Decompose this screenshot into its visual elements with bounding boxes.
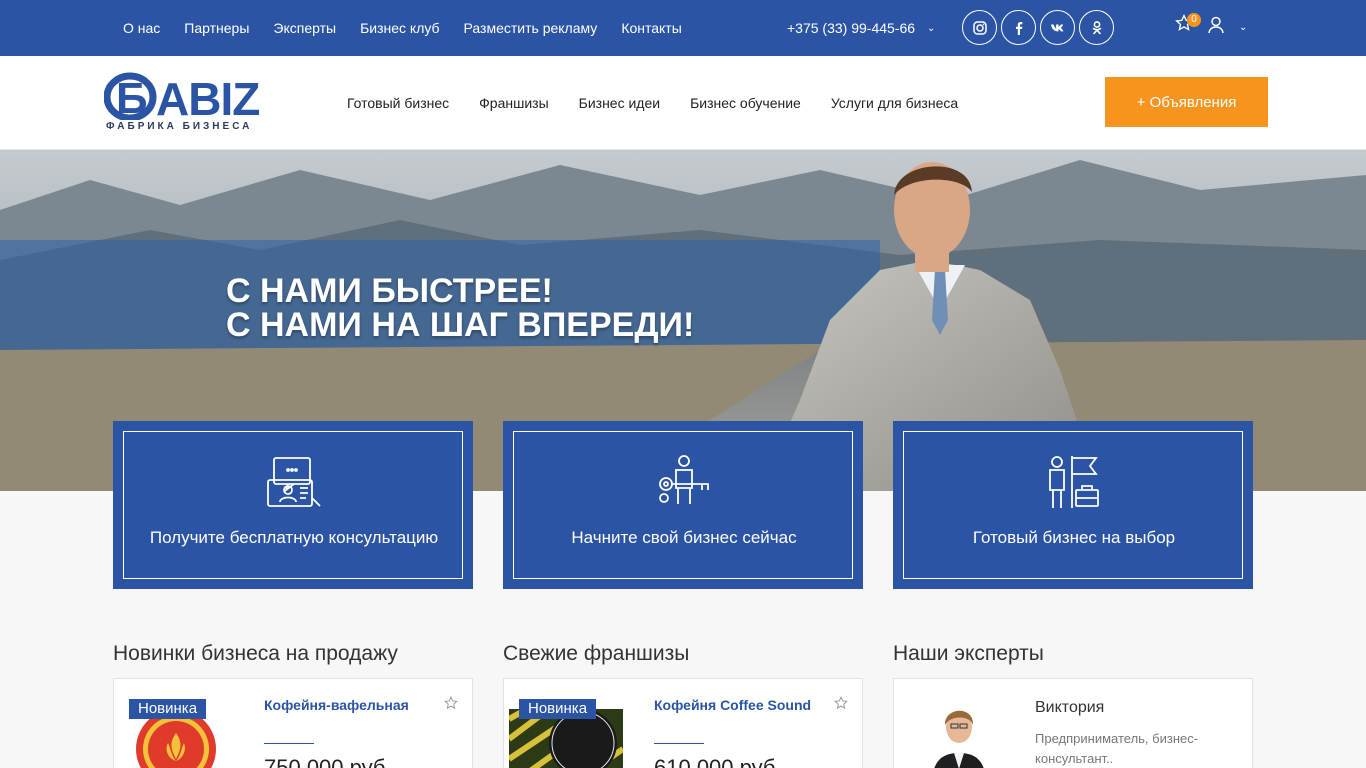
hero-slogan-line-2: С НАМИ НА ШАГ ВПЕРЕДИ!: [226, 306, 695, 344]
phone-dropdown[interactable]: +375 (33) 99-445-66 ⌄: [787, 0, 935, 56]
franchise-listing-title[interactable]: Кофейня Coffee Sound: [654, 697, 811, 713]
consultation-icon: [267, 457, 321, 507]
svg-text:ABIZ: ABIZ: [156, 73, 259, 120]
expert-photo[interactable]: [924, 697, 994, 768]
top-nav: О нас Партнеры Эксперты Бизнес клуб Разм…: [123, 0, 706, 56]
chevron-down-icon: ⌄: [927, 22, 936, 34]
start-business-icon: [659, 455, 709, 504]
top-nav-about[interactable]: О нас: [123, 20, 160, 36]
logo-mark: Б: [116, 74, 148, 120]
card-free-consultation[interactable]: Получите бесплатную консультацию: [113, 421, 473, 589]
section-title-experts: Наши эксперты: [893, 642, 1044, 665]
ready-business-icon: [1049, 456, 1099, 508]
chevron-down-icon[interactable]: ⌄: [1239, 22, 1247, 33]
phone-number: +375 (33) 99-445-66: [787, 20, 916, 36]
top-nav-advertise[interactable]: Разместить рекламу: [464, 20, 598, 36]
new-badge: Новинка: [519, 699, 597, 719]
top-nav-contacts[interactable]: Контакты: [621, 20, 681, 36]
user-icon: [1208, 16, 1224, 34]
nav-franchises[interactable]: Франшизы: [479, 95, 548, 111]
section-title-business-for-sale: Новинки бизнеса на продажу: [113, 642, 398, 665]
favorites-button[interactable]: 0: [1175, 13, 1201, 36]
card-ready-business-label: Готовый бизнес на выбор: [972, 528, 1176, 547]
divider: [264, 743, 314, 744]
instagram-icon[interactable]: [962, 10, 997, 45]
business-listing-card[interactable]: Новинка Кофейня-вафельная 750 000 руб: [113, 678, 473, 768]
top-nav-business-club[interactable]: Бизнес клуб: [360, 20, 439, 36]
logo-subtitle: ФАБРИКА БИЗНЕСА: [106, 121, 253, 132]
top-nav-experts[interactable]: Эксперты: [273, 20, 336, 36]
add-to-favorites-star-icon[interactable]: [444, 696, 458, 710]
user-tools: 0 ⌄: [1175, 13, 1247, 36]
site-logo[interactable]: Б ABIZ ФАБРИКА БИЗНЕСА: [104, 72, 294, 134]
facebook-icon[interactable]: [1001, 10, 1036, 45]
card-ready-business[interactable]: Готовый бизнес на выбор: [893, 421, 1253, 589]
hero-slogan: С НАМИ БЫСТРЕЕ! С НАМИ НА ШАГ ВПЕРЕДИ!: [226, 274, 694, 342]
franchise-listing-price: 610 000 руб: [654, 755, 776, 768]
section-title-franchises: Свежие франшизы: [503, 642, 690, 665]
business-listing-title[interactable]: Кофейня-вафельная: [264, 697, 409, 713]
hero-slogan-line-1: С НАМИ БЫСТРЕЕ!: [226, 272, 553, 310]
card-start-business-label: Начните свой бизнес сейчас: [571, 528, 797, 547]
favorites-count-badge: 0: [1187, 13, 1201, 27]
nav-business-services[interactable]: Услуги для бизнеса: [831, 95, 958, 111]
odnoklassniki-icon[interactable]: [1079, 10, 1114, 45]
nav-business-education[interactable]: Бизнес обучение: [690, 95, 801, 111]
main-header: Б ABIZ ФАБРИКА БИЗНЕСА Готовый бизнес Фр…: [0, 56, 1366, 150]
new-badge: Новинка: [129, 699, 207, 719]
expert-description: Предприниматель, бизнес-консультант..: [1035, 731, 1199, 766]
expert-card[interactable]: Виктория Предприниматель, бизнес-консуль…: [893, 678, 1253, 768]
top-nav-partners[interactable]: Партнеры: [184, 20, 249, 36]
nav-ready-business[interactable]: Готовый бизнес: [347, 95, 449, 111]
main-nav: Готовый бизнес Франшизы Бизнес идеи Бизн…: [347, 56, 988, 150]
expert-name[interactable]: Виктория: [1035, 699, 1104, 717]
card-free-consultation-label: Получите бесплатную консультацию: [149, 528, 439, 547]
social-links: [962, 10, 1118, 45]
divider: [654, 743, 704, 744]
top-bar: О нас Партнеры Эксперты Бизнес клуб Разм…: [0, 0, 1366, 56]
vk-icon[interactable]: [1040, 10, 1075, 45]
franchise-listing-card[interactable]: Новинка Кофейня Coffee Sound 610 000 руб: [503, 678, 863, 768]
nav-business-ideas[interactable]: Бизнес идеи: [579, 95, 660, 111]
card-start-business[interactable]: Начните свой бизнес сейчас: [503, 421, 863, 589]
user-account-button[interactable]: [1207, 16, 1225, 34]
business-listing-price: 750 000 руб: [264, 755, 386, 768]
add-listing-button[interactable]: + Объявления: [1105, 77, 1268, 127]
add-to-favorites-star-icon[interactable]: [834, 696, 848, 710]
